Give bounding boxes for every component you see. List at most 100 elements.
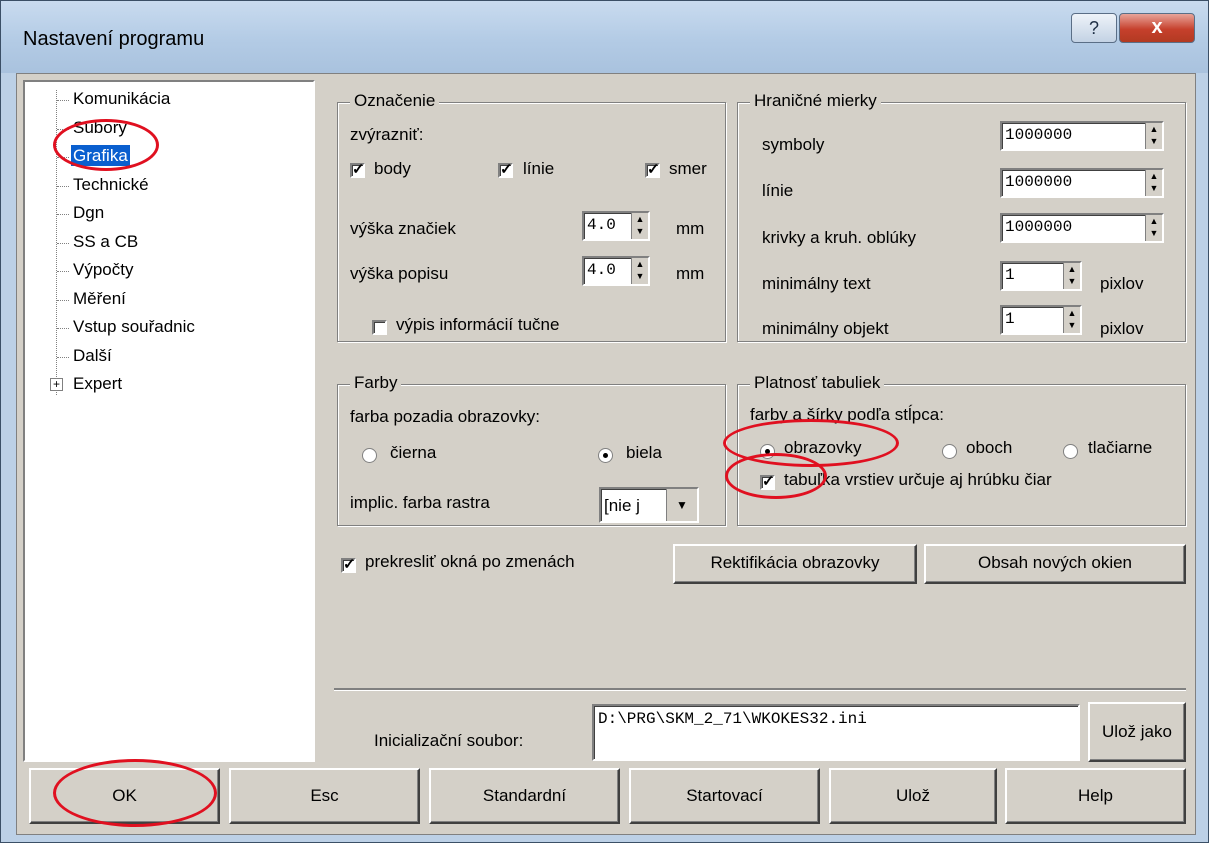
linie-checkbox[interactable]: ✓ bbox=[498, 161, 513, 178]
tree-item-ss-a-cb[interactable]: SS a CB bbox=[71, 231, 140, 252]
symboly-spinner[interactable]: 1000000 ▲ ▼ bbox=[1000, 121, 1164, 151]
biela-radio[interactable] bbox=[598, 448, 613, 463]
min-objekt-spinner[interactable]: 1 ▲ ▼ bbox=[1000, 305, 1082, 335]
check-icon: ✓ bbox=[762, 473, 775, 490]
spin-arrows-icon[interactable]: ▲ ▼ bbox=[631, 213, 648, 239]
raster-label: implic. farba rastra bbox=[350, 493, 490, 512]
tree-branch bbox=[57, 271, 69, 272]
startovaci-button[interactable]: Startovací bbox=[629, 768, 820, 824]
oznacenie-group: Označenie zvýrazniť: ✓ body ✓ línie ✓ sm… bbox=[337, 91, 726, 342]
tree-branch bbox=[57, 357, 69, 358]
oznacenie-legend: Označenie bbox=[350, 91, 440, 111]
dialog-client-area: Komunikácia Súbory Grafika Technické Dgn… bbox=[16, 73, 1196, 835]
help-button[interactable]: Help bbox=[1005, 768, 1186, 824]
tree-branch bbox=[57, 328, 69, 329]
krivky-label: krivky a kruh. oblúky bbox=[762, 228, 916, 247]
farba-pozadia-label: farba pozadia obrazovky: bbox=[350, 407, 540, 426]
vypis-tucne-checkbox[interactable] bbox=[372, 320, 387, 335]
tree-item-subory[interactable]: Súbory bbox=[71, 117, 129, 138]
tlaciarne-radio[interactable] bbox=[1063, 444, 1078, 459]
min-objekt-value: 1 bbox=[1005, 310, 1015, 328]
raster-select[interactable]: [nie j ▼ bbox=[599, 487, 699, 523]
min-objekt-unit: pixlov bbox=[1100, 319, 1144, 338]
farby-legend: Farby bbox=[350, 373, 402, 393]
ok-button[interactable]: OK bbox=[29, 768, 220, 824]
hranicne-mierky-group: Hraničné mierky symboly 1000000 ▲ ▼ línie… bbox=[737, 91, 1186, 342]
tree-item-technicke[interactable]: Technické bbox=[71, 174, 151, 195]
tree-item-expert[interactable]: Expert bbox=[71, 373, 124, 394]
tree-branch bbox=[57, 214, 69, 215]
spin-arrows-icon[interactable]: ▲ ▼ bbox=[1063, 307, 1080, 333]
vyska-znaciek-spinner[interactable]: 4.0 ▲ ▼ bbox=[582, 211, 650, 241]
vyska-znaciek-label: výška značiek bbox=[350, 219, 456, 238]
hrubka-label: tabuľka vrstiev určuje aj hrúbku čiar bbox=[784, 470, 1052, 489]
settings-tree[interactable]: Komunikácia Súbory Grafika Technické Dgn… bbox=[23, 80, 315, 762]
min-objekt-label: minimálny objekt bbox=[762, 319, 889, 338]
cierna-label: čierna bbox=[390, 443, 437, 462]
tree-item-dgn[interactable]: Dgn bbox=[71, 202, 106, 223]
ini-path-value: D:\PRG\SKM_2_71\WKOKES32.ini bbox=[598, 710, 867, 728]
tree-item-dalsi[interactable]: Další bbox=[71, 345, 114, 366]
obsah-novych-okien-button[interactable]: Obsah nových okien bbox=[924, 544, 1186, 584]
linie-spinner[interactable]: 1000000 ▲ ▼ bbox=[1000, 168, 1164, 198]
tree-item-vypocty[interactable]: Výpočty bbox=[71, 259, 135, 280]
tree-item-grafika[interactable]: Grafika bbox=[71, 145, 130, 166]
prekreslit-checkbox[interactable]: ✓ bbox=[341, 556, 356, 573]
window-title: Nastavení programu bbox=[23, 28, 205, 50]
zvyraznit-label: zvýrazniť: bbox=[350, 125, 424, 144]
min-text-value: 1 bbox=[1005, 266, 1015, 284]
settings-dialog: Nastavení programu ? x Komunikácia Súbor… bbox=[0, 0, 1209, 843]
linie-value: 1000000 bbox=[1005, 173, 1073, 191]
vyska-znaciek-unit: mm bbox=[676, 219, 705, 238]
vyska-popisu-unit: mm bbox=[676, 264, 705, 283]
spin-arrows-icon[interactable]: ▲ ▼ bbox=[1063, 263, 1080, 289]
ini-label: Inicializační soubor: bbox=[374, 731, 524, 750]
close-icon: x bbox=[1151, 16, 1163, 38]
vyska-znaciek-value: 4.0 bbox=[587, 216, 616, 234]
tree-branch bbox=[57, 243, 69, 244]
krivky-spinner[interactable]: 1000000 ▲ ▼ bbox=[1000, 213, 1164, 243]
min-text-spinner[interactable]: 1 ▲ ▼ bbox=[1000, 261, 1082, 291]
close-button[interactable]: x bbox=[1119, 13, 1195, 43]
hrubka-checkbox[interactable]: ✓ bbox=[760, 473, 775, 490]
check-icon: ✓ bbox=[343, 556, 356, 573]
tree-branch bbox=[57, 300, 69, 301]
tree-item-vstup-souradnic[interactable]: Vstup souřadnic bbox=[71, 316, 197, 337]
krivky-value: 1000000 bbox=[1005, 218, 1073, 236]
spin-arrows-icon[interactable]: ▲ ▼ bbox=[1145, 170, 1162, 196]
standardni-button[interactable]: Standardní bbox=[429, 768, 620, 824]
expand-plus-icon[interactable]: + bbox=[50, 378, 63, 391]
tree-branch bbox=[57, 100, 69, 101]
cierna-radio[interactable] bbox=[362, 448, 377, 463]
symboly-label: symboly bbox=[762, 135, 825, 154]
chevron-down-icon[interactable]: ▼ bbox=[666, 489, 697, 521]
check-icon: ✓ bbox=[647, 161, 660, 178]
vyska-popisu-label: výška popisu bbox=[350, 264, 449, 283]
esc-button[interactable]: Esc bbox=[229, 768, 420, 824]
platnost-tabuliek-group: Platnosť tabuliek farby a šírky podľa st… bbox=[737, 373, 1186, 526]
vyska-popisu-spinner[interactable]: 4.0 ▲ ▼ bbox=[582, 256, 650, 286]
tlaciarne-label: tlačiarne bbox=[1088, 438, 1153, 457]
help-title-button[interactable]: ? bbox=[1071, 13, 1117, 43]
separator bbox=[334, 688, 1186, 691]
obrazovky-radio[interactable] bbox=[760, 444, 775, 459]
rektifikacia-button[interactable]: Rektifikácia obrazovky bbox=[673, 544, 917, 584]
tree-item-mereni[interactable]: Měření bbox=[71, 288, 128, 309]
ini-path-field[interactable]: D:\PRG\SKM_2_71\WKOKES32.ini bbox=[592, 704, 1080, 761]
smer-checkbox[interactable]: ✓ bbox=[645, 161, 660, 178]
sirky-label: farby a šírky podľa stĺpca: bbox=[750, 405, 944, 424]
oboch-radio[interactable] bbox=[942, 444, 957, 459]
check-icon: ✓ bbox=[500, 161, 513, 178]
uloz-jako-button[interactable]: Ulož jako bbox=[1088, 702, 1186, 762]
hranicne-legend: Hraničné mierky bbox=[750, 91, 881, 111]
tree-item-komunikacia[interactable]: Komunikácia bbox=[71, 88, 172, 109]
platnost-legend: Platnosť tabuliek bbox=[750, 373, 885, 393]
spin-arrows-icon[interactable]: ▲ ▼ bbox=[1145, 123, 1162, 149]
oboch-label: oboch bbox=[966, 438, 1013, 457]
body-checkbox[interactable]: ✓ bbox=[350, 161, 365, 178]
uloz-button[interactable]: Ulož bbox=[829, 768, 997, 824]
spin-arrows-icon[interactable]: ▲ ▼ bbox=[631, 258, 648, 284]
spin-arrows-icon[interactable]: ▲ ▼ bbox=[1145, 215, 1162, 241]
linie-label: línie bbox=[762, 181, 794, 200]
min-text-label: minimálny text bbox=[762, 274, 871, 293]
